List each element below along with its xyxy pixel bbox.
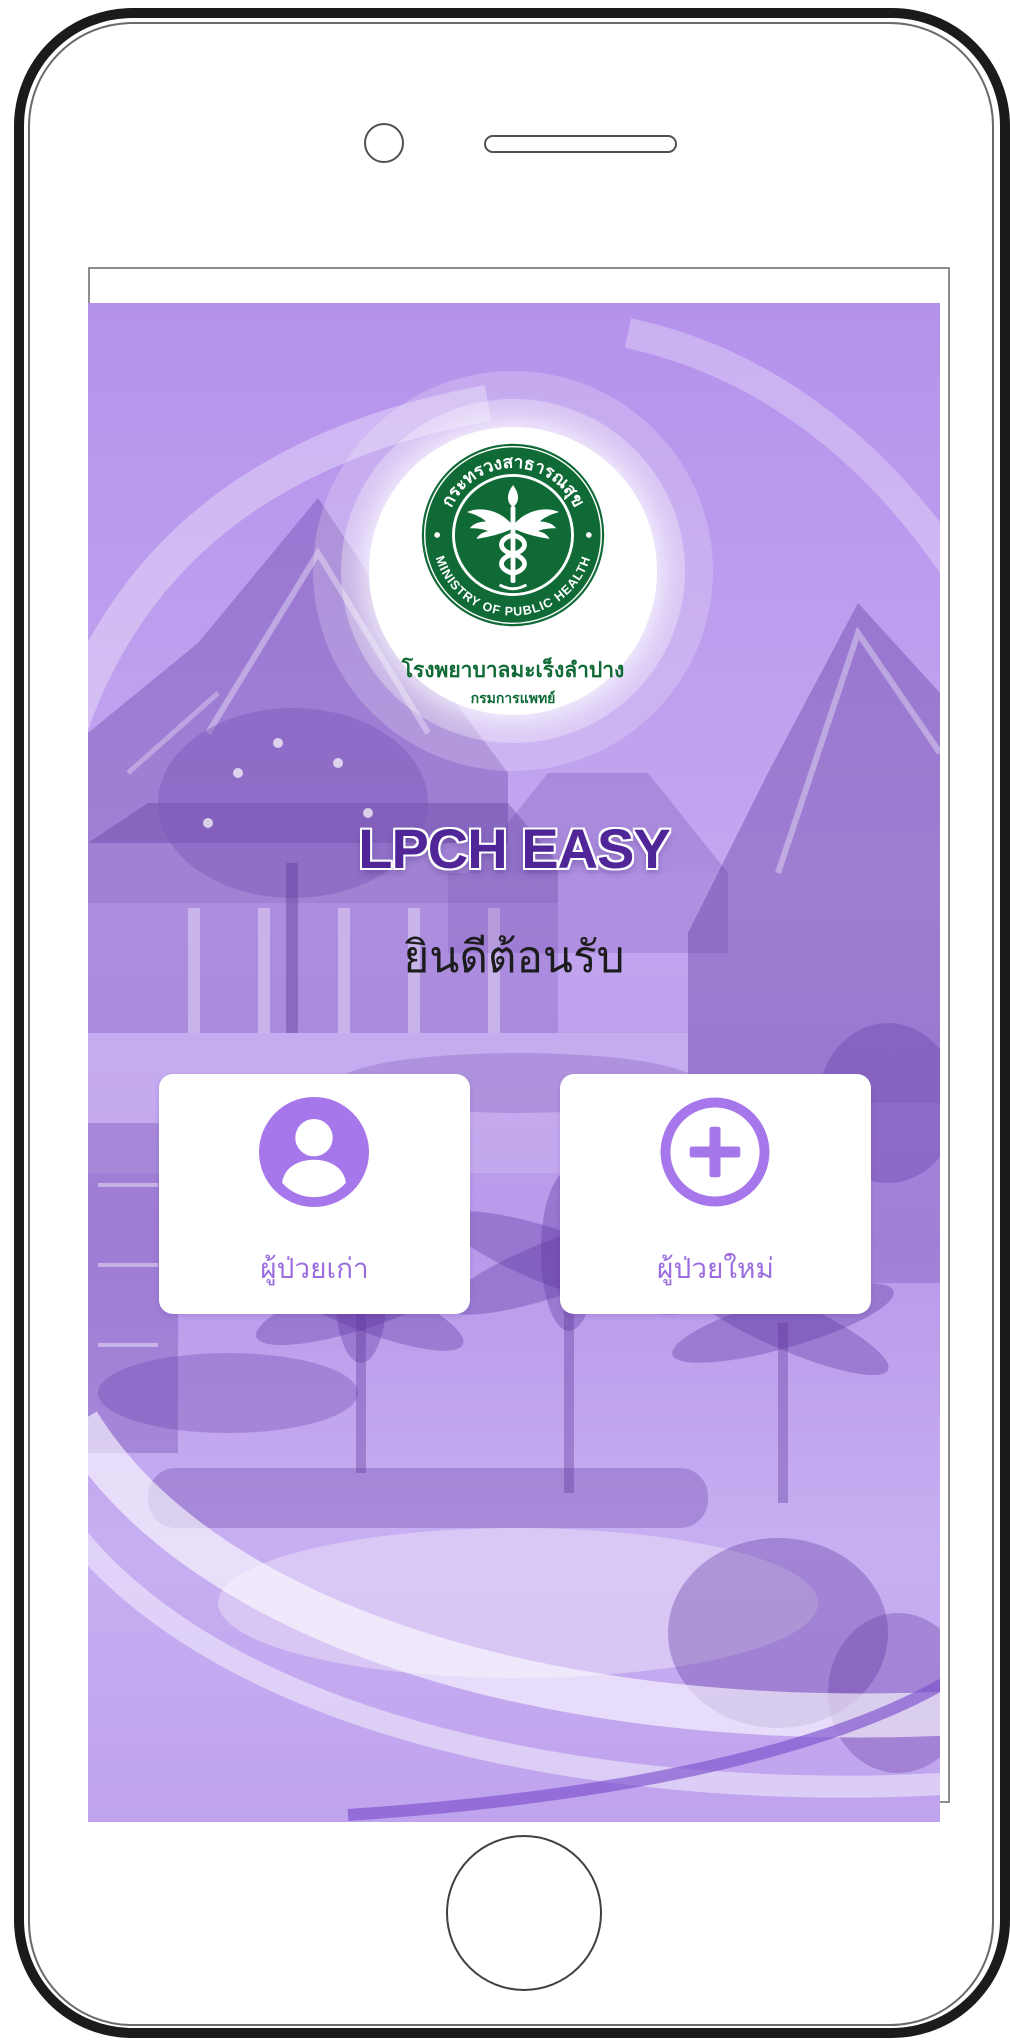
existing-patient-button[interactable]: ผู้ป่วยเก่า xyxy=(159,1074,470,1314)
existing-patient-label: ผู้ป่วยเก่า xyxy=(260,1252,369,1285)
welcome-text: ยินดีต้อนรับ xyxy=(403,932,625,983)
new-patient-label: ผู้ป่วยใหม่ xyxy=(657,1252,774,1285)
phone-camera xyxy=(364,123,404,163)
user-circle-icon xyxy=(259,1097,369,1207)
department-name: กรมการแพทย์ xyxy=(470,691,556,707)
new-patient-button[interactable]: ผู้ป่วยใหม่ xyxy=(560,1074,871,1314)
phone-home-button xyxy=(446,1835,602,1991)
phone-speaker xyxy=(484,135,677,153)
ministry-seal-logo: กระทรวงสาธารณสุข MINISTRY OF PUBLIC HEAL… xyxy=(417,439,609,631)
app-screen: กระทรวงสาธารณสุข MINISTRY OF PUBLIC HEAL… xyxy=(88,303,940,1822)
app-title: LPCH EASY xyxy=(358,817,671,880)
plus-circle-icon xyxy=(660,1097,770,1207)
hospital-name: โรงพยาบาลมะเร็งลำปาง xyxy=(401,658,625,682)
